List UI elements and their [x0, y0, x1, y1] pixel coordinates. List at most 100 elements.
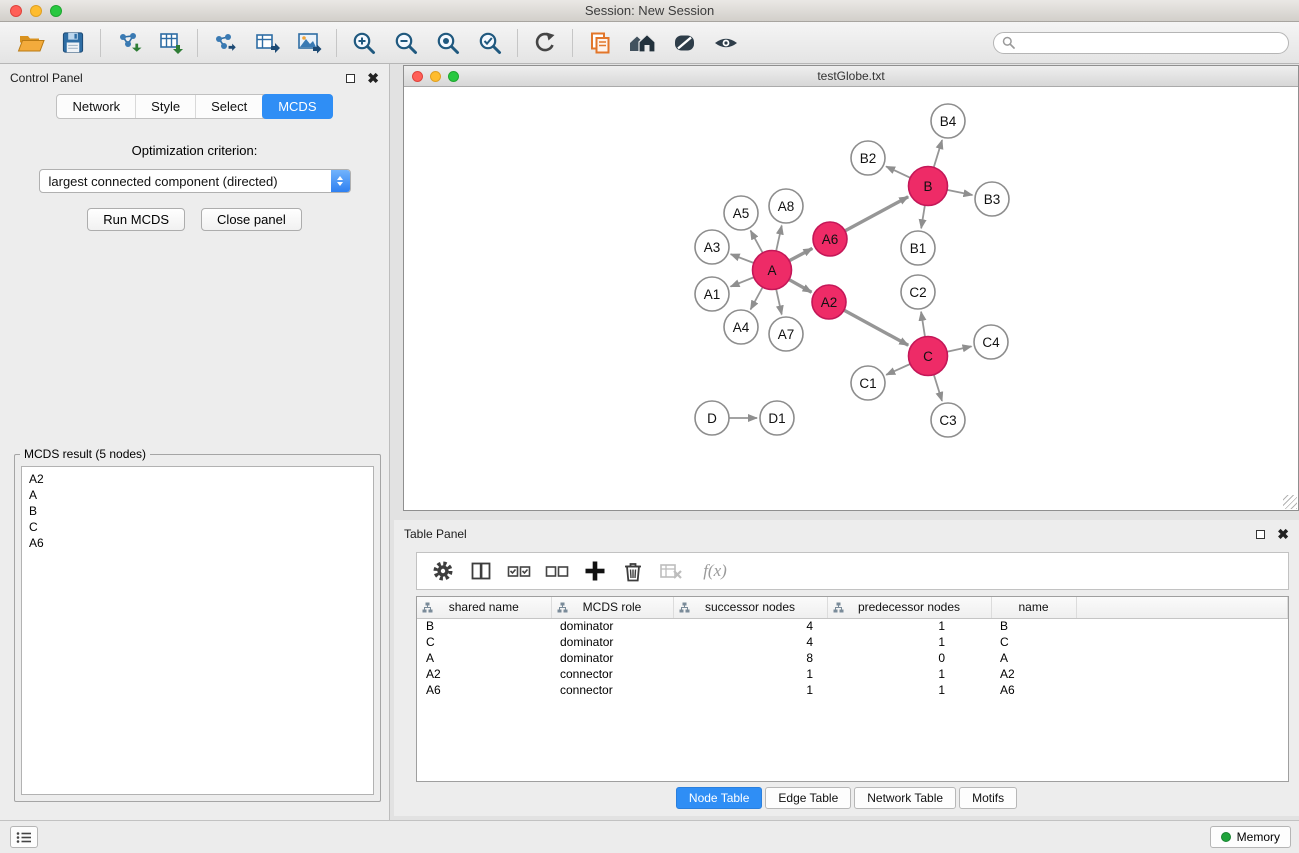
- welcome-screen-button[interactable]: [621, 26, 663, 60]
- float-table-panel-icon[interactable]: [1256, 530, 1265, 539]
- tab-style[interactable]: Style: [136, 95, 196, 118]
- column-header-mcds-role[interactable]: MCDS role: [551, 597, 673, 618]
- show-columns-button[interactable]: [465, 556, 497, 586]
- table-cell[interactable]: 4: [673, 634, 827, 650]
- import-table-button[interactable]: [149, 26, 191, 60]
- edge-C-C4[interactable]: [947, 346, 971, 351]
- tab-network[interactable]: Network: [57, 95, 136, 118]
- close-panel-button[interactable]: Close panel: [201, 208, 302, 231]
- result-item[interactable]: A6: [29, 535, 366, 551]
- close-panel-icon[interactable]: ✖: [367, 71, 379, 85]
- table-cell[interactable]: A2: [417, 666, 551, 682]
- column-header-successor-nodes[interactable]: successor nodes: [673, 597, 827, 618]
- edge-B-B2[interactable]: [886, 166, 910, 177]
- node-A3[interactable]: A3: [695, 230, 729, 264]
- tab-mcds[interactable]: MCDS: [262, 94, 332, 119]
- node-B4[interactable]: B4: [931, 104, 965, 138]
- table-cell[interactable]: B: [417, 618, 551, 634]
- float-panel-icon[interactable]: [346, 74, 355, 83]
- tab-network-table[interactable]: Network Table: [854, 787, 956, 809]
- table-cell[interactable]: A6: [417, 682, 551, 698]
- node-A2[interactable]: A2: [812, 285, 846, 319]
- node-B3[interactable]: B3: [975, 182, 1009, 216]
- node-D[interactable]: D: [695, 401, 729, 435]
- show-panels-button[interactable]: [10, 826, 38, 848]
- table-cell[interactable]: 1: [673, 666, 827, 682]
- table-row[interactable]: Cdominator41C: [417, 634, 1288, 650]
- edge-A6-B[interactable]: [845, 197, 908, 231]
- edge-A-A3[interactable]: [731, 254, 754, 263]
- table-cell[interactable]: 1: [827, 618, 991, 634]
- result-item[interactable]: A2: [29, 471, 366, 487]
- table-row[interactable]: Adominator80A: [417, 650, 1288, 666]
- node-C1[interactable]: C1: [851, 366, 885, 400]
- table-cell[interactable]: dominator: [551, 634, 673, 650]
- save-session-button[interactable]: [52, 26, 94, 60]
- tab-edge-table[interactable]: Edge Table: [765, 787, 851, 809]
- tab-node-table[interactable]: Node Table: [676, 787, 763, 809]
- node-A4[interactable]: A4: [724, 310, 758, 344]
- refresh-button[interactable]: [524, 26, 566, 60]
- unselect-all-button[interactable]: [541, 556, 573, 586]
- edge-A-A4[interactable]: [751, 287, 763, 309]
- edge-A-A1[interactable]: [731, 277, 754, 286]
- table-cell[interactable]: 0: [827, 650, 991, 666]
- run-mcds-button[interactable]: Run MCDS: [87, 208, 185, 231]
- tab-select[interactable]: Select: [196, 95, 263, 118]
- node-A1[interactable]: A1: [695, 277, 729, 311]
- resize-grip[interactable]: [1283, 495, 1297, 509]
- node-A8[interactable]: A8: [769, 189, 803, 223]
- network-window-titlebar[interactable]: testGlobe.txt: [404, 66, 1298, 87]
- minimize-window-icon[interactable]: [30, 5, 42, 17]
- zoom-fit-button[interactable]: [427, 26, 469, 60]
- table-cell[interactable]: A6: [991, 682, 1076, 698]
- table-cell[interactable]: dominator: [551, 618, 673, 634]
- tab-motifs[interactable]: Motifs: [959, 787, 1017, 809]
- edge-C-C1[interactable]: [886, 364, 910, 375]
- node-C3[interactable]: C3: [931, 403, 965, 437]
- memory-button[interactable]: Memory: [1210, 826, 1291, 848]
- table-cell[interactable]: A: [991, 650, 1076, 666]
- edge-B-B3[interactable]: [947, 190, 972, 195]
- mcds-result-list[interactable]: A2ABCA6: [21, 466, 374, 795]
- show-details-button[interactable]: [705, 26, 747, 60]
- table-row[interactable]: A6connector11A6: [417, 682, 1288, 698]
- node-B1[interactable]: B1: [901, 231, 935, 265]
- edge-B-B4[interactable]: [934, 140, 942, 167]
- close-table-panel-icon[interactable]: ✖: [1277, 527, 1289, 541]
- node-D1[interactable]: D1: [760, 401, 794, 435]
- node-A7[interactable]: A7: [769, 317, 803, 351]
- node-B2[interactable]: B2: [851, 141, 885, 175]
- column-header-shared-name[interactable]: shared name: [417, 597, 551, 618]
- table-cell[interactable]: connector: [551, 682, 673, 698]
- result-item[interactable]: B: [29, 503, 366, 519]
- select-all-button[interactable]: [503, 556, 535, 586]
- edge-A-A2[interactable]: [789, 280, 812, 293]
- table-cell[interactable]: C: [417, 634, 551, 650]
- table-settings-button[interactable]: [427, 556, 459, 586]
- table-cell[interactable]: B: [991, 618, 1076, 634]
- edge-C-C2[interactable]: [921, 312, 925, 337]
- network-canvas[interactable]: B4B2BB3A5A8A6A3B1AC2A1A2A4A7C4CC1C3DD1: [404, 87, 1298, 510]
- edge-A2-C[interactable]: [844, 310, 908, 345]
- column-header-predecessor-nodes[interactable]: predecessor nodes: [827, 597, 991, 618]
- zoom-selected-button[interactable]: [469, 26, 511, 60]
- export-network-button[interactable]: [204, 26, 246, 60]
- clone-network-button[interactable]: [579, 26, 621, 60]
- table-cell[interactable]: dominator: [551, 650, 673, 666]
- column-header-name[interactable]: name: [991, 597, 1076, 618]
- node-B[interactable]: B: [909, 167, 948, 206]
- table-cell[interactable]: 1: [673, 682, 827, 698]
- network-minimize-icon[interactable]: [430, 71, 441, 82]
- table-cell[interactable]: 1: [827, 666, 991, 682]
- network-close-icon[interactable]: [412, 71, 423, 82]
- delete-table-button[interactable]: [655, 556, 687, 586]
- table-row[interactable]: A2connector11A2: [417, 666, 1288, 682]
- edge-C-C3[interactable]: [934, 375, 942, 401]
- search-input[interactable]: [1021, 36, 1280, 50]
- search-box[interactable]: [993, 32, 1289, 54]
- zoom-out-button[interactable]: [385, 26, 427, 60]
- delete-column-button[interactable]: [617, 556, 649, 586]
- zoom-window-icon[interactable]: [50, 5, 62, 17]
- table-cell[interactable]: A: [417, 650, 551, 666]
